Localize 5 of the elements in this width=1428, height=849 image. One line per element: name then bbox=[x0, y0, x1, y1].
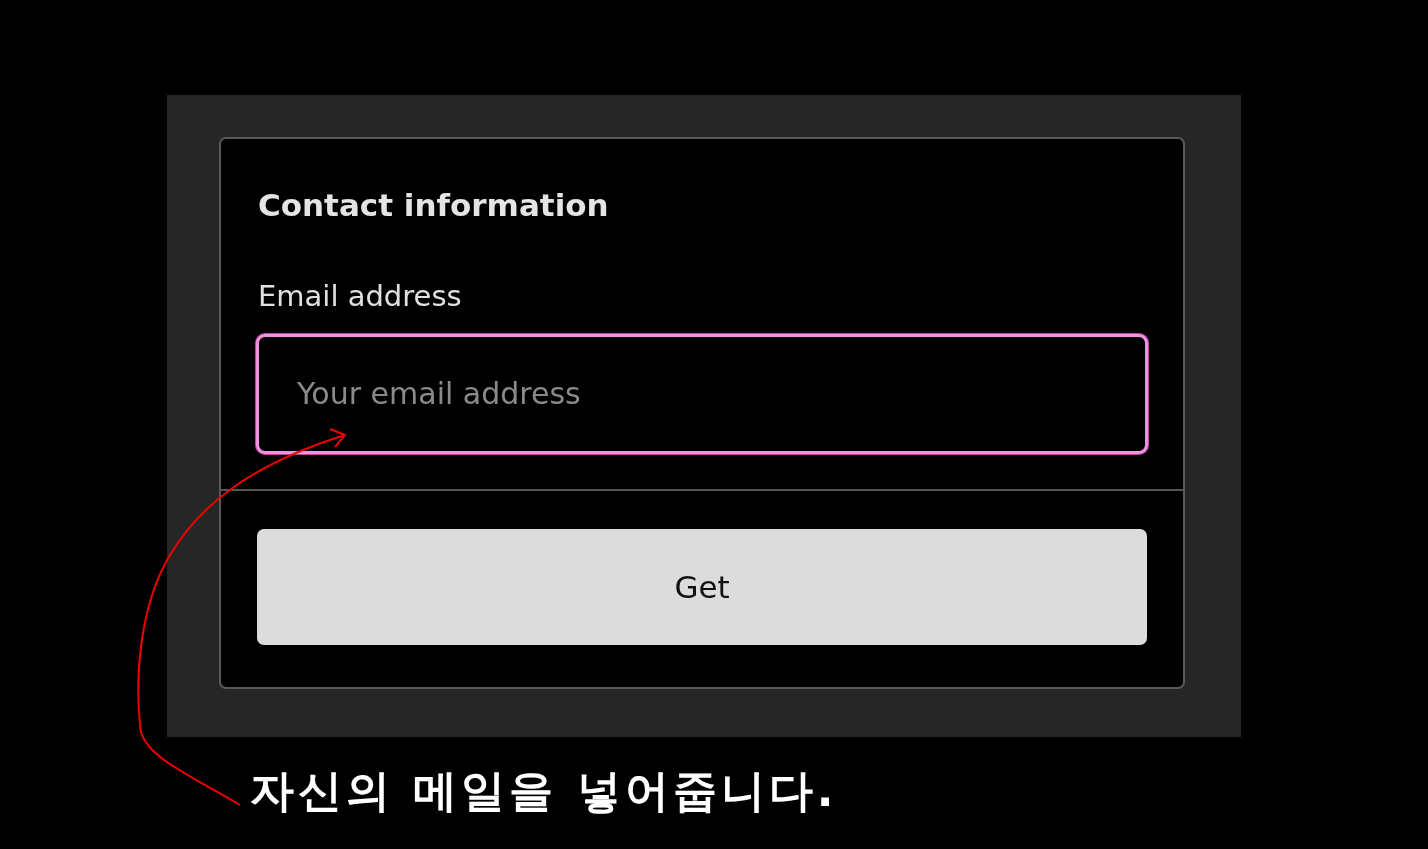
email-input[interactable]: Your email address bbox=[256, 334, 1148, 454]
field-label: Email address bbox=[257, 278, 463, 314]
get-button[interactable]: Get bbox=[257, 529, 1147, 645]
annotation-text: 자신의 메일을 넣어줍니다. bbox=[250, 765, 838, 818]
section-title: Contact information bbox=[257, 186, 610, 225]
